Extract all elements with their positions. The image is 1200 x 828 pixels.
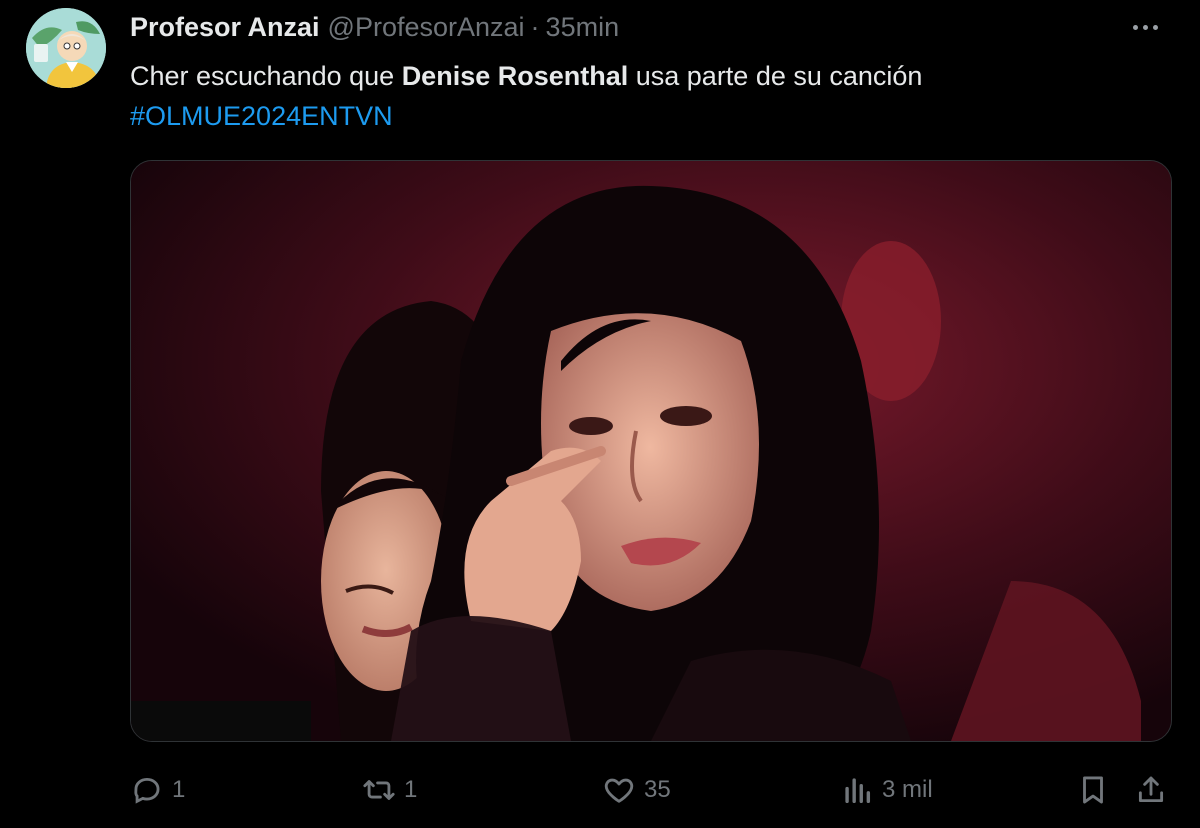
heart-icon bbox=[604, 778, 634, 803]
views-count: 3 mil bbox=[882, 776, 933, 803]
action-bar: 1 1 35 3 mil bbox=[0, 765, 1200, 815]
reply-icon bbox=[134, 777, 160, 804]
retweet-count: 1 bbox=[404, 776, 418, 803]
tweet: Profesor Anzai @ProfesorAnzai · 35min Ch… bbox=[0, 0, 1200, 828]
share-button[interactable] bbox=[1134, 765, 1168, 815]
photo-illustration bbox=[131, 161, 1171, 741]
views-icon bbox=[845, 778, 871, 804]
retweet-icon bbox=[363, 780, 395, 800]
more-icon bbox=[1132, 24, 1138, 30]
more-button[interactable] bbox=[1128, 12, 1162, 42]
avatar[interactable] bbox=[26, 8, 106, 88]
hashtag-link[interactable]: #OLMUE2024ENTVN bbox=[130, 101, 393, 131]
separator: · bbox=[530, 11, 540, 42]
mentioned-name: Denise Rosenthal bbox=[401, 61, 629, 91]
display-name[interactable]: Profesor Anzai bbox=[130, 12, 320, 43]
tweet-text-part: usa parte de su canción bbox=[628, 61, 923, 91]
bookmark-button[interactable] bbox=[1076, 765, 1110, 815]
tweet-header: Profesor Anzai @ProfesorAnzai · 35min bbox=[130, 10, 619, 44]
bookmark-icon bbox=[1083, 776, 1103, 804]
views-button[interactable]: 3 mil bbox=[840, 765, 933, 815]
like-count: 35 bbox=[644, 776, 671, 803]
timestamp[interactable]: 35min bbox=[546, 12, 620, 43]
reply-count: 1 bbox=[172, 776, 186, 803]
reply-button[interactable]: 1 bbox=[130, 765, 185, 815]
user-handle[interactable]: @ProfesorAnzai bbox=[328, 12, 525, 43]
tweet-text: Cher escuchando que Denise Rosenthal usa… bbox=[130, 56, 1160, 136]
tweet-text-part: Cher escuchando que bbox=[130, 61, 402, 91]
avatar-illustration bbox=[26, 8, 106, 88]
retweet-button[interactable]: 1 bbox=[362, 765, 417, 815]
like-button[interactable]: 35 bbox=[602, 765, 671, 815]
tweet-image[interactable] bbox=[130, 160, 1172, 742]
share-icon bbox=[1138, 776, 1164, 803]
